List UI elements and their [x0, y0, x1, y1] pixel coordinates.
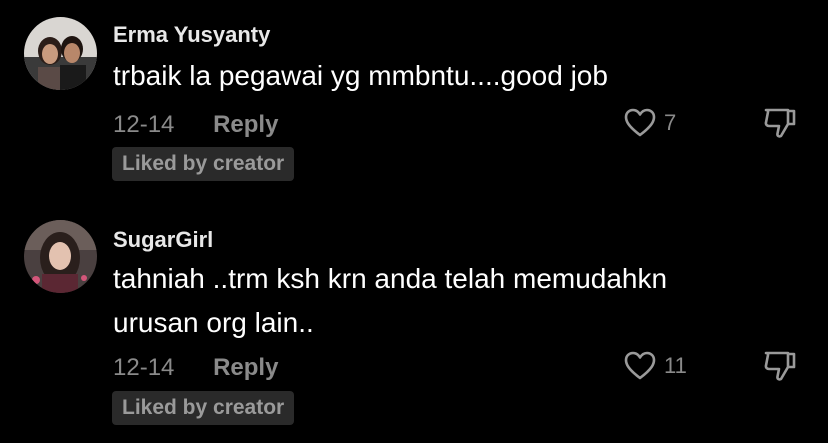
comment-text: tahniah ..trm ksh krn anda telah memudah…	[113, 257, 753, 345]
avatar[interactable]	[24, 17, 97, 90]
avatar[interactable]	[24, 220, 97, 293]
liked-by-creator-badge: Liked by creator	[112, 391, 295, 425]
comment-item: SugarGirl tahniah ..trm ksh krn anda tel…	[0, 200, 828, 443]
like-button[interactable]: 11	[624, 351, 687, 381]
avatar-couple-photo-icon	[24, 17, 97, 90]
comment-text-line: tahniah ..trm ksh krn anda telah memudah…	[113, 263, 668, 294]
comment-text: trbaik la pegawai yg mmbntu....good job	[113, 60, 608, 91]
like-button[interactable]: 7	[624, 108, 676, 138]
thumbs-down-icon	[764, 108, 796, 138]
liked-by-creator-badge: Liked by creator	[112, 147, 295, 181]
comment-text-line: urusan org lain..	[113, 307, 314, 338]
comment-date: 12-14	[113, 354, 175, 381]
comment-date: 12-14	[113, 111, 175, 138]
dislike-button[interactable]	[762, 106, 798, 145]
reply-button[interactable]: Reply	[213, 111, 278, 139]
avatar-woman-photo-icon	[24, 220, 97, 293]
like-count: 11	[664, 353, 687, 378]
heart-outline-icon	[624, 108, 656, 137]
dislike-button[interactable]	[762, 349, 798, 388]
username[interactable]: Erma Yusyanty	[113, 22, 270, 48]
username[interactable]: SugarGirl	[113, 227, 213, 253]
heart-outline-icon	[624, 351, 656, 380]
thumbs-down-icon	[764, 351, 796, 381]
comment-item: Erma Yusyanty trbaik la pegawai yg mmbnt…	[0, 0, 828, 200]
comment-meta: 12-14 Reply	[113, 111, 278, 139]
comment-meta: 12-14 Reply	[113, 354, 278, 382]
reply-button[interactable]: Reply	[213, 354, 278, 382]
like-count: 7	[664, 110, 677, 135]
